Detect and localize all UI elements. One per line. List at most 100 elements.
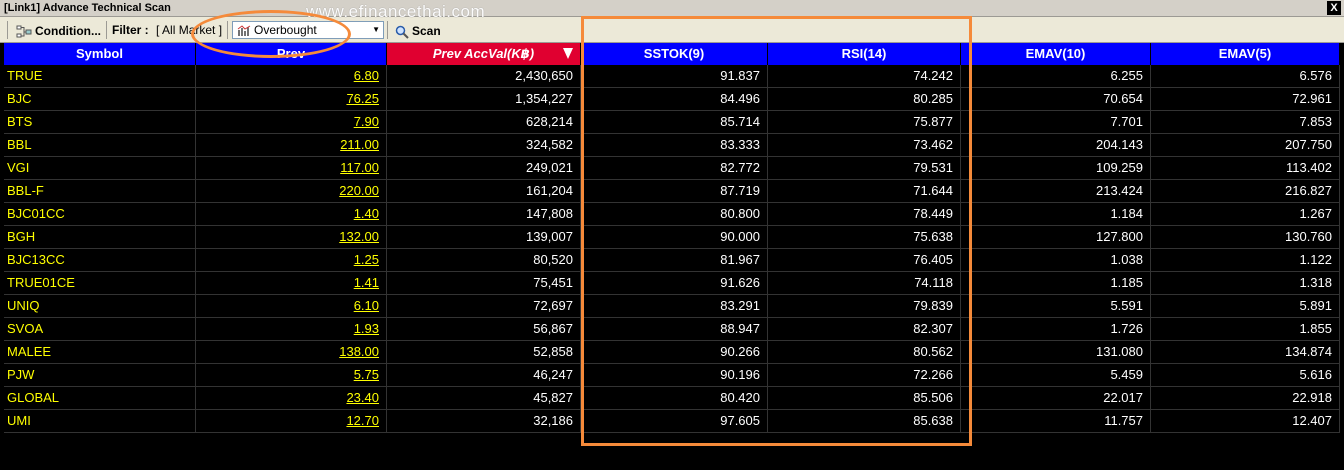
cell-sstok: 84.496 xyxy=(581,88,768,110)
cell-symbol: GLOBAL xyxy=(4,387,196,409)
cell-prev[interactable]: 220.00 xyxy=(196,180,387,202)
cell-prev[interactable]: 6.80 xyxy=(196,65,387,87)
cell-prev[interactable]: 5.75 xyxy=(196,364,387,386)
cell-prev[interactable]: 7.90 xyxy=(196,111,387,133)
scan-type-value: Overbought xyxy=(254,23,317,37)
column-header-emav10[interactable]: EMAV(10) xyxy=(961,43,1151,65)
scan-label: Scan xyxy=(412,24,441,38)
scan-type-select[interactable]: Overbought ▼ xyxy=(232,21,384,39)
column-header-emav5[interactable]: EMAV(5) xyxy=(1151,43,1340,65)
table-row[interactable]: PJW 5.75 46,247 90.196 72.266 5.459 5.616 xyxy=(4,364,1340,387)
cell-prev-accval: 161,204 xyxy=(387,180,581,202)
condition-button[interactable]: Condition... xyxy=(12,21,105,39)
cell-sstok: 90.266 xyxy=(581,341,768,363)
cell-prev[interactable]: 132.00 xyxy=(196,226,387,248)
cell-prev[interactable]: 1.40 xyxy=(196,203,387,225)
condition-icon xyxy=(16,25,32,38)
cell-symbol: BJC13CC xyxy=(4,249,196,271)
cell-prev-accval: 56,867 xyxy=(387,318,581,340)
cell-prev[interactable]: 6.10 xyxy=(196,295,387,317)
cell-sstok: 91.837 xyxy=(581,65,768,87)
scan-results-table: Symbol Prev Prev AccVal(K฿) SSTOK(9) RSI… xyxy=(4,43,1340,433)
filter-group: Filter : [ All Market ] xyxy=(112,21,222,39)
column-header-sstok[interactable]: SSTOK(9) xyxy=(581,43,768,65)
cell-emav10: 11.757 xyxy=(961,410,1151,432)
table-row[interactable]: SVOA 1.93 56,867 88.947 82.307 1.726 1.855 xyxy=(4,318,1340,341)
cell-sstok: 91.626 xyxy=(581,272,768,294)
cell-prev[interactable]: 1.25 xyxy=(196,249,387,271)
column-header-label: Prev AccVal(K฿) xyxy=(432,46,535,61)
cell-prev[interactable]: 1.93 xyxy=(196,318,387,340)
cell-symbol: MALEE xyxy=(4,341,196,363)
sort-descending-icon xyxy=(563,48,573,59)
cell-symbol: TRUE xyxy=(4,65,196,87)
cell-prev-accval: 45,827 xyxy=(387,387,581,409)
column-header-prev[interactable]: Prev xyxy=(196,43,387,65)
cell-prev[interactable]: 1.41 xyxy=(196,272,387,294)
cell-emav5: 130.760 xyxy=(1151,226,1340,248)
cell-sstok: 87.719 xyxy=(581,180,768,202)
cell-prev-accval: 80,520 xyxy=(387,249,581,271)
cell-rsi: 82.307 xyxy=(768,318,961,340)
table-row[interactable]: BJC13CC 1.25 80,520 81.967 76.405 1.038 1.122 xyxy=(4,249,1340,272)
table-row[interactable]: BJC 76.25 1,354,227 84.496 80.285 70.654 72.96… xyxy=(4,88,1340,111)
cell-symbol: BTS xyxy=(4,111,196,133)
cell-prev-accval: 628,214 xyxy=(387,111,581,133)
cell-prev[interactable]: 117.00 xyxy=(196,157,387,179)
cell-emav10: 70.654 xyxy=(961,88,1151,110)
cell-sstok: 83.291 xyxy=(581,295,768,317)
table-row[interactable]: TRUE 6.80 2,430,650 91.837 74.242 6.255 6.576 xyxy=(4,65,1340,88)
cell-emav10: 22.017 xyxy=(961,387,1151,409)
toolbar-separator xyxy=(387,21,388,39)
cell-emav10: 1.185 xyxy=(961,272,1151,294)
table-row[interactable]: UNIQ 6.10 72,697 83.291 79.839 5.591 5.891 xyxy=(4,295,1340,318)
cell-symbol: BBL xyxy=(4,134,196,156)
table-row[interactable]: BBL 211.00 324,582 83.333 73.462 204.143 207.7… xyxy=(4,134,1340,157)
cell-emav5: 1.318 xyxy=(1151,272,1340,294)
table-row[interactable]: BTS 7.90 628,214 85.714 75.877 7.701 7.853 xyxy=(4,111,1340,134)
close-button[interactable]: X xyxy=(1327,1,1341,15)
cell-rsi: 73.462 xyxy=(768,134,961,156)
column-header-symbol[interactable]: Symbol xyxy=(4,43,196,65)
cell-emav10: 109.259 xyxy=(961,157,1151,179)
cell-sstok: 90.000 xyxy=(581,226,768,248)
table-row[interactable]: BGH 132.00 139,007 90.000 75.638 127.800 130.7… xyxy=(4,226,1340,249)
chevron-down-icon[interactable]: ▼ xyxy=(372,22,380,38)
toolbar-separator xyxy=(106,21,107,39)
cell-sstok: 90.196 xyxy=(581,364,768,386)
cell-prev[interactable]: 23.40 xyxy=(196,387,387,409)
table-row[interactable]: GLOBAL 23.40 45,827 80.420 85.506 22.017 22.91… xyxy=(4,387,1340,410)
cell-rsi: 85.638 xyxy=(768,410,961,432)
cell-prev-accval: 249,021 xyxy=(387,157,581,179)
cell-emav10: 7.701 xyxy=(961,111,1151,133)
table-row[interactable]: BBL-F 220.00 161,204 87.719 71.644 213.424 216… xyxy=(4,180,1340,203)
cell-emav5: 207.750 xyxy=(1151,134,1340,156)
filter-value[interactable]: [ All Market ] xyxy=(156,23,222,37)
scan-button[interactable]: Scan xyxy=(391,21,445,39)
cell-rsi: 72.266 xyxy=(768,364,961,386)
cell-symbol: TRUE01CE xyxy=(4,272,196,294)
cell-emav10: 204.143 xyxy=(961,134,1151,156)
cell-symbol: BJC01CC xyxy=(4,203,196,225)
table-row[interactable]: UMI 12.70 32,186 97.605 85.638 11.757 12.407 xyxy=(4,410,1340,433)
cell-emav5: 1.267 xyxy=(1151,203,1340,225)
cell-rsi: 79.839 xyxy=(768,295,961,317)
column-header-prev-accval[interactable]: Prev AccVal(K฿) xyxy=(387,43,581,65)
cell-prev-accval: 2,430,650 xyxy=(387,65,581,87)
table-row[interactable]: VGI 117.00 249,021 82.772 79.531 109.259 113.4… xyxy=(4,157,1340,180)
column-header-rsi[interactable]: RSI(14) xyxy=(768,43,961,65)
table-header: Symbol Prev Prev AccVal(K฿) SSTOK(9) RSI… xyxy=(4,43,1340,65)
indicator-icon xyxy=(237,25,251,36)
cell-symbol: UMI xyxy=(4,410,196,432)
cell-prev[interactable]: 138.00 xyxy=(196,341,387,363)
cell-emav10: 131.080 xyxy=(961,341,1151,363)
cell-emav10: 1.038 xyxy=(961,249,1151,271)
table-row[interactable]: TRUE01CE 1.41 75,451 91.626 74.118 1.185 1.318 xyxy=(4,272,1340,295)
cell-rsi: 75.638 xyxy=(768,226,961,248)
cell-prev[interactable]: 12.70 xyxy=(196,410,387,432)
condition-label: Condition... xyxy=(35,24,101,38)
table-row[interactable]: MALEE 138.00 52,858 90.266 80.562 131.080 134.… xyxy=(4,341,1340,364)
cell-prev[interactable]: 76.25 xyxy=(196,88,387,110)
cell-prev[interactable]: 211.00 xyxy=(196,134,387,156)
table-row[interactable]: BJC01CC 1.40 147,808 80.800 78.449 1.184 1.267 xyxy=(4,203,1340,226)
